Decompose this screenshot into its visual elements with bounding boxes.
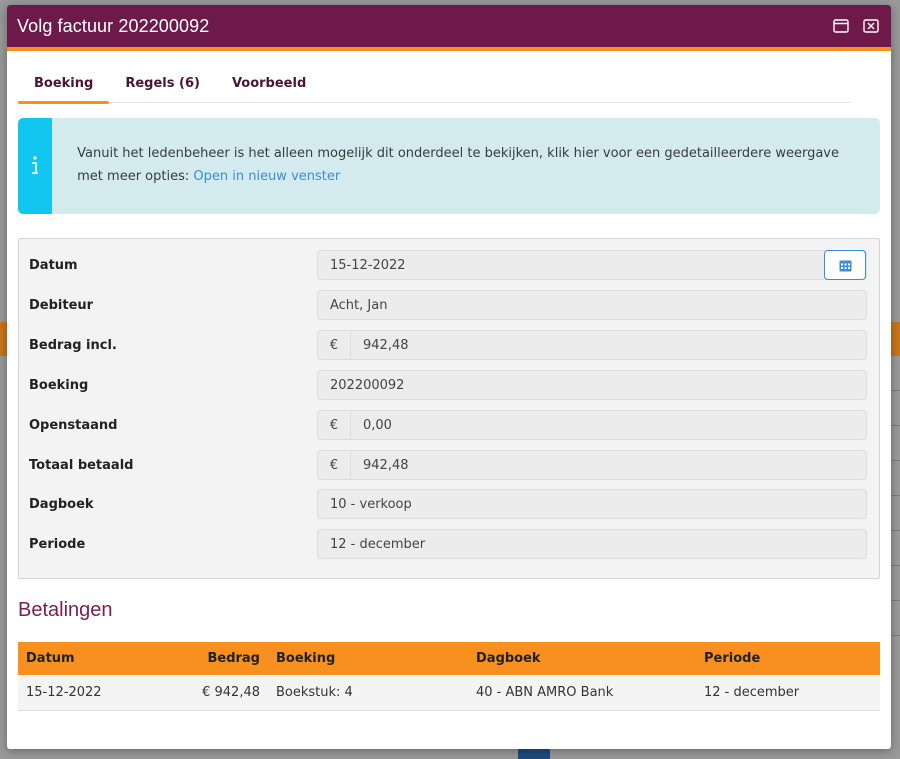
info-icon bbox=[32, 156, 39, 174]
info-alert-side bbox=[18, 118, 53, 214]
form-row-datum: Datum 15-12-2022 bbox=[29, 249, 869, 281]
info-alert-text: Vanuit het ledenbeheer is het alleen mog… bbox=[52, 118, 880, 214]
info-alert-message: Vanuit het ledenbeheer is het alleen mog… bbox=[77, 146, 839, 184]
info-alert: Vanuit het ledenbeheer is het alleen mog… bbox=[18, 118, 880, 214]
invoice-modal: Volg factuur 202200092 Boeking Regels (6… bbox=[7, 5, 891, 749]
modal-titlebar: Volg factuur 202200092 bbox=[7, 5, 891, 51]
totaal-label: Totaal betaald bbox=[29, 457, 134, 473]
tab-boeking[interactable]: Boeking bbox=[18, 69, 110, 104]
periode-field[interactable]: 12 - december bbox=[317, 529, 867, 559]
payments-table: Datum Bedrag Boeking Dagboek Periode 15-… bbox=[18, 642, 880, 711]
form-row-totaal: Totaal betaald € 942,48 bbox=[29, 449, 869, 481]
debiteur-label: Debiteur bbox=[29, 297, 94, 313]
tab-bar: Boeking Regels (6) Voorbeeld bbox=[18, 69, 850, 104]
row-dagboek: 40 - ABN AMRO Bank bbox=[468, 675, 696, 711]
debiteur-field[interactable]: Acht, Jan bbox=[317, 290, 867, 320]
openstaand-currency: € bbox=[318, 411, 351, 439]
col-dagboek: Dagboek bbox=[468, 642, 696, 675]
payments-header-row: Datum Bedrag Boeking Dagboek Periode bbox=[18, 642, 880, 675]
modal-title: Volg factuur 202200092 bbox=[17, 15, 210, 36]
form-row-bedrag: Bedrag incl. € 942,48 bbox=[29, 329, 869, 361]
col-bedrag: Bedrag bbox=[150, 642, 268, 675]
form-row-debiteur: Debiteur Acht, Jan bbox=[29, 289, 869, 321]
row-datum: 15-12-2022 bbox=[18, 675, 150, 711]
tab-voorbeeld[interactable]: Voorbeeld bbox=[216, 69, 322, 102]
col-boeking: Boeking bbox=[268, 642, 468, 675]
col-datum: Datum bbox=[18, 642, 150, 675]
row-bedrag: € 942,48 bbox=[150, 675, 268, 711]
calendar-icon bbox=[839, 260, 851, 271]
dagboek-value: 10 - verkoop bbox=[330, 496, 412, 512]
maximize-icon[interactable] bbox=[833, 18, 849, 34]
datum-label: Datum bbox=[29, 257, 78, 273]
form-row-boeking: Boeking 202200092 bbox=[29, 369, 869, 401]
openstaand-label: Openstaand bbox=[29, 417, 118, 433]
form-row-periode: Periode 12 - december bbox=[29, 528, 869, 560]
calendar-button[interactable] bbox=[824, 250, 866, 280]
openstaand-value: 0,00 bbox=[363, 417, 392, 433]
background-orange-band-right bbox=[890, 322, 900, 356]
boeking-label: Boeking bbox=[29, 377, 89, 393]
booking-form: Datum 15-12-2022 Debiteur Acht, Jan Bedr… bbox=[18, 238, 880, 579]
periode-value: 12 - december bbox=[330, 536, 426, 552]
totaal-field[interactable]: € 942,48 bbox=[317, 450, 867, 480]
payments-title: Betalingen bbox=[18, 599, 113, 621]
totaal-currency: € bbox=[318, 451, 351, 479]
table-row[interactable]: 15-12-2022 € 942,48 Boekstuk: 4 40 - ABN… bbox=[18, 675, 880, 711]
bedrag-currency: € bbox=[318, 331, 351, 359]
debiteur-value: Acht, Jan bbox=[330, 297, 388, 313]
row-boeking: Boekstuk: 4 bbox=[268, 675, 468, 711]
boeking-value: 202200092 bbox=[330, 377, 405, 393]
open-new-window-link[interactable]: Open in nieuw venster bbox=[193, 169, 340, 184]
tab-regels[interactable]: Regels (6) bbox=[109, 69, 216, 102]
datum-field[interactable]: 15-12-2022 bbox=[317, 250, 867, 280]
form-row-openstaand: Openstaand € 0,00 bbox=[29, 409, 869, 441]
dagboek-field[interactable]: 10 - verkoop bbox=[317, 489, 867, 519]
datum-value: 15-12-2022 bbox=[330, 257, 406, 273]
close-icon[interactable] bbox=[863, 18, 879, 34]
periode-label: Periode bbox=[29, 536, 86, 552]
col-periode: Periode bbox=[696, 642, 880, 675]
bedrag-field[interactable]: € 942,48 bbox=[317, 330, 867, 360]
row-periode: 12 - december bbox=[696, 675, 880, 711]
totaal-value: 942,48 bbox=[363, 457, 409, 473]
boeking-field[interactable]: 202200092 bbox=[317, 370, 867, 400]
bedrag-label: Bedrag incl. bbox=[29, 337, 117, 353]
form-row-dagboek: Dagboek 10 - verkoop bbox=[29, 488, 869, 520]
bedrag-value: 942,48 bbox=[363, 337, 409, 353]
dagboek-label: Dagboek bbox=[29, 496, 94, 512]
openstaand-field[interactable]: € 0,00 bbox=[317, 410, 867, 440]
background-pagination-button bbox=[518, 748, 550, 759]
